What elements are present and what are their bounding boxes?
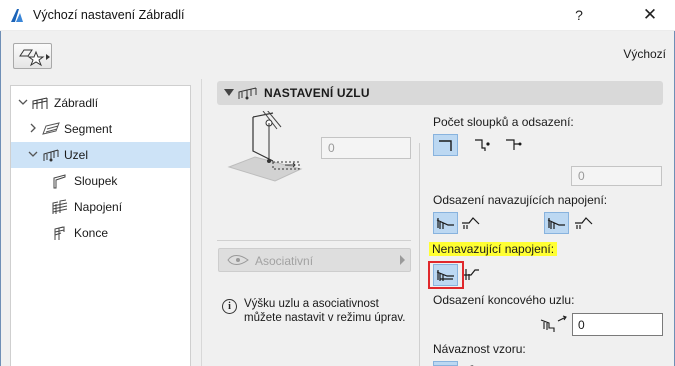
window-title: Výchozí nastavení Zábradlí [33,8,185,22]
stair-connection-offset-icon [575,217,593,229]
connected-offset-2-button[interactable] [459,212,484,234]
non-connected-2-button[interactable] [461,264,486,286]
tree-item-label: Zábradlí [54,96,99,110]
info-icon: i [222,299,237,314]
chevron-down-icon [18,99,28,105]
post-offset-double-icon [506,139,522,150]
node-icon [43,149,59,162]
chevron-right-icon [400,255,405,265]
connected-offset-1-button[interactable] [433,212,458,234]
connected-offset-label: Odsazení navazujících napojení: [433,193,608,207]
stair-connection-icon [436,218,454,229]
tree-item-post[interactable]: Sloupek [11,168,190,194]
tree-item-label: Napojení [74,200,123,214]
node-height-input[interactable]: 0 [321,137,411,159]
default-link[interactable]: Výchozí [623,47,666,61]
associative-button[interactable]: Asociativní [218,248,411,272]
tree-item-segment[interactable]: Segment [11,116,190,142]
node-icon [238,87,257,100]
stair-end-offset-icon [464,269,479,280]
end-node-offset-label: Odsazení koncového uzlu: [433,293,575,307]
column-separator [419,143,420,366]
tree-item-ends[interactable]: Konce [11,220,190,246]
railing-icon [32,97,48,109]
stair-end-icon [436,270,454,281]
posts-offset-label: Počet sloupků a odsazení: [433,115,574,129]
stair-connection-icon [547,218,565,229]
tree-item-railing[interactable]: Zábradlí [11,90,190,116]
stair-connection-offset-icon [462,217,480,229]
node-height-illustration [227,111,303,182]
posts-offset-mode-1-button[interactable] [433,134,458,156]
posts-offset-mode-3-button[interactable] [502,134,527,156]
archicad-app-icon [11,9,23,22]
connected-offset-3-button[interactable] [544,212,569,234]
end-node-offset-input[interactable]: 0 [572,313,663,336]
posts-offset-input[interactable]: 0 [571,166,662,186]
end-node-offset-icon [540,315,567,332]
info-text: Výšku uzlu a asociativnost můžete nastav… [244,298,406,324]
pattern-continuity-label: Návaznost vzoru: [433,342,526,356]
settings-tree: Zábradlí Segment Uzel Sloupek Napojení K… [10,85,191,366]
chevron-right-icon [30,123,36,133]
pattern-continuity-1-button[interactable] [433,361,458,366]
tree-item-label: Sloupek [74,174,118,188]
pattern-continuity-2-button[interactable] [461,361,486,366]
help-button[interactable]: ? [566,4,592,26]
favorites-button[interactable] [13,43,52,69]
associative-label: Asociativní [255,254,314,268]
non-connected-1-button[interactable] [433,264,458,286]
connection-icon [52,199,68,214]
dialog-body: Výchozí Zábradlí Segment Uzel Sloupek Na… [0,31,675,366]
title-bar: Výchozí nastavení Zábradlí ? ✕ [0,0,675,31]
star-favorites-icon [19,49,50,67]
tree-item-label: Uzel [64,148,89,162]
non-connected-label: Nenavazující napojení: [429,242,558,256]
panel-title: NASTAVENÍ UZLU [264,86,370,100]
posts-offset-mode-2-button[interactable] [471,134,496,156]
post-offset-icon [475,139,490,151]
tree-item-label: Konce [74,226,109,240]
segment-icon [42,122,60,135]
panel-header[interactable]: NASTAVENÍ UZLU [217,81,663,105]
end-icon [54,226,65,240]
collapse-triangle-icon [224,89,234,96]
pane-divider [201,79,202,366]
connected-offset-4-button[interactable] [572,212,597,234]
tree-item-connection[interactable]: Napojení [11,194,190,220]
separator [217,240,411,241]
close-button[interactable]: ✕ [637,4,663,26]
post-icon [53,174,66,189]
post-bracket-icon [439,140,452,151]
associative-link-icon [227,255,249,265]
chevron-down-icon [28,151,38,157]
tree-item-node[interactable]: Uzel [11,142,190,168]
tree-item-label: Segment [64,122,113,136]
